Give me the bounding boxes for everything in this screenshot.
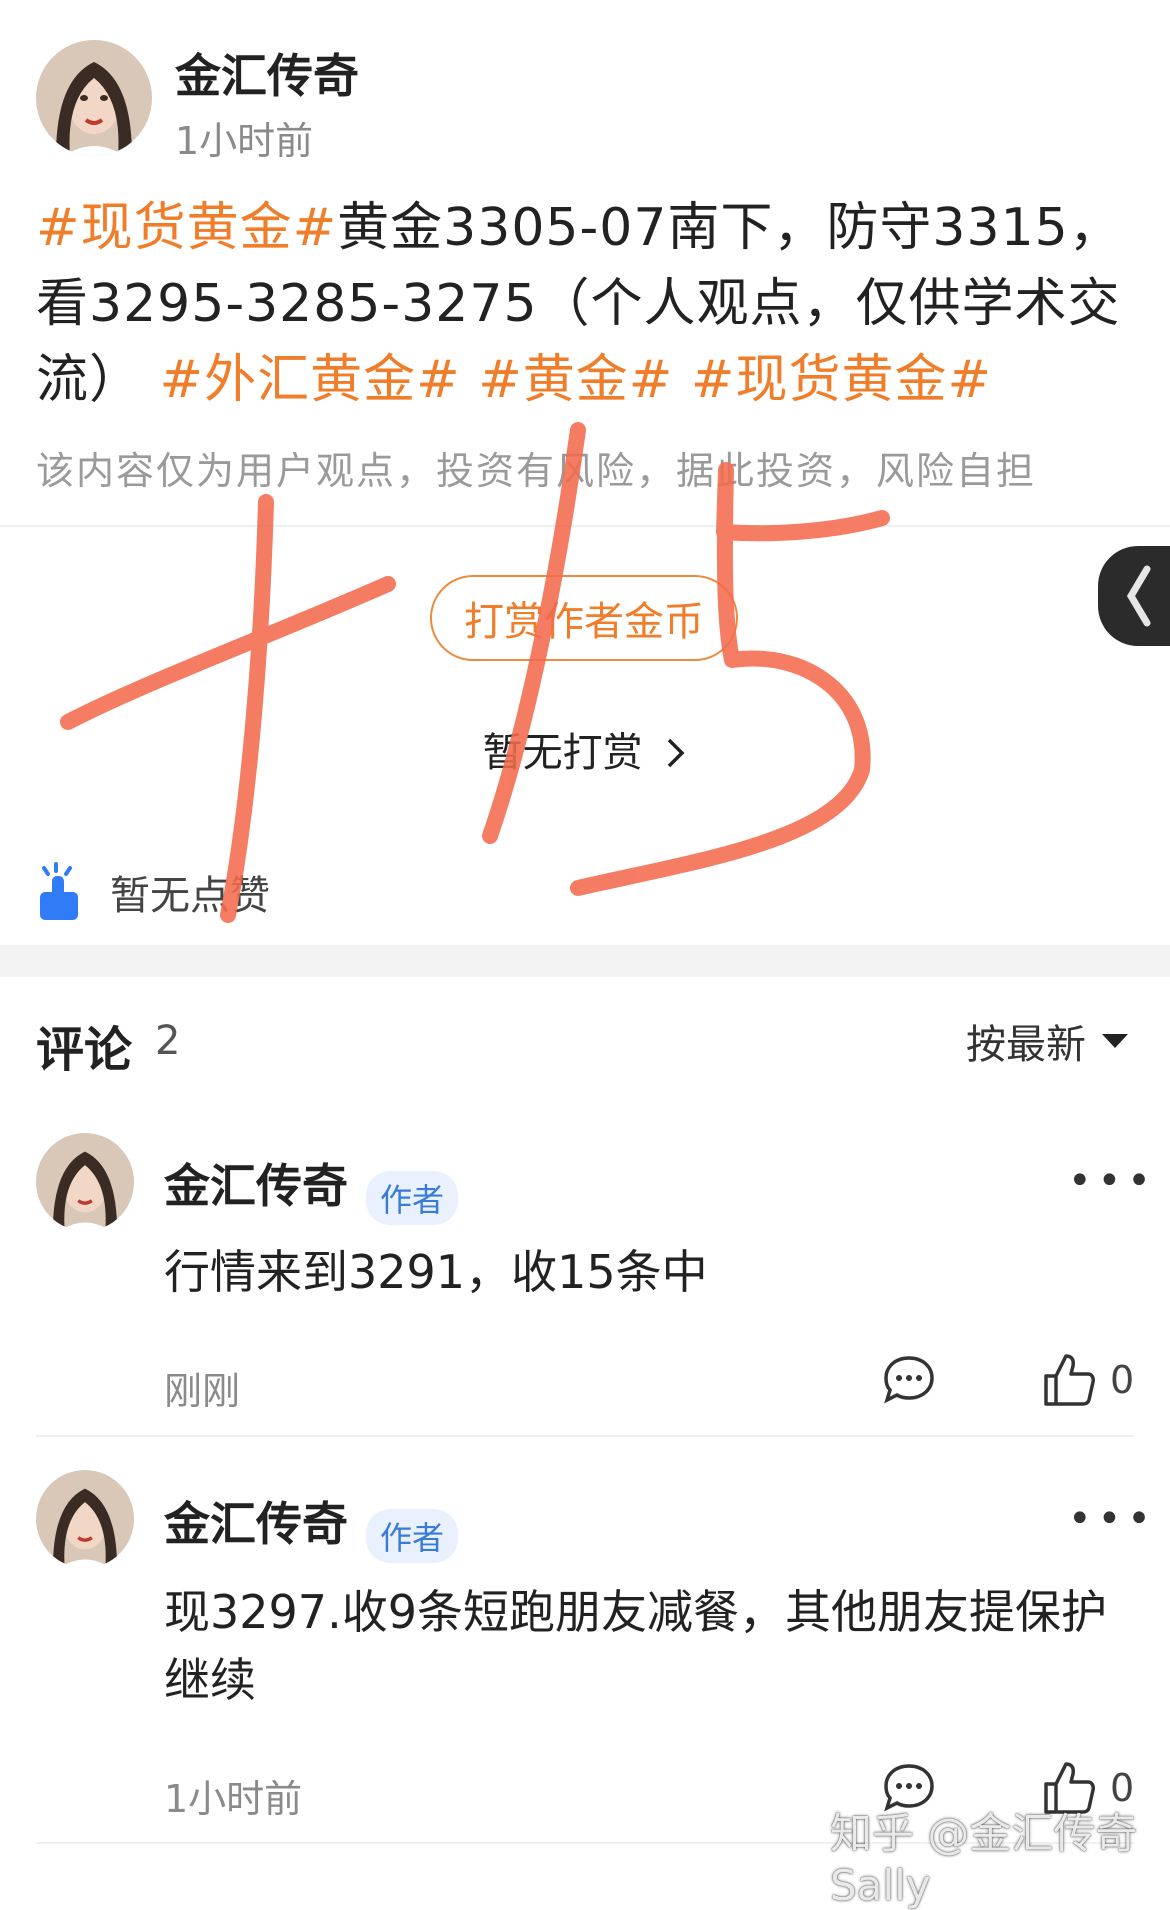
comment-more-button[interactable]: ••• <box>1068 1158 1157 1204</box>
comment-avatar[interactable] <box>36 1133 134 1231</box>
like-summary-text: 暂无点赞 <box>110 873 270 919</box>
comment-divider <box>36 1435 1134 1437</box>
comment-time: 1小时前 <box>164 1777 303 1821</box>
comment-like-count: 0 <box>1110 1358 1135 1402</box>
comment-like-button[interactable]: 0 <box>1042 1352 1134 1408</box>
comments-count: 2 <box>155 1018 181 1064</box>
comment-text: 现3297.收9条短跑朋友减餐，其他朋友提保护继续 <box>164 1585 1107 1707</box>
post-author-avatar[interactable] <box>36 40 152 156</box>
topic-tag[interactable]: #现货黄金# <box>691 350 992 410</box>
post-author-name[interactable]: 金汇传奇 <box>175 40 359 106</box>
annotation-plus-vertical <box>220 494 274 923</box>
caret-down-icon <box>1102 1034 1128 1048</box>
risk-disclaimer: 该内容仅为用户观点，投资有风险，据此投资，风险自担 <box>36 449 1037 493</box>
topic-tag[interactable]: #现货黄金# <box>36 198 337 258</box>
author-badge: 作者 <box>366 1170 459 1225</box>
comment-author-name[interactable]: 金汇传奇 <box>164 1159 348 1213</box>
comment-time: 刚刚 <box>164 1369 241 1413</box>
post-body: #现货黄金#黄金3305-07南下，防守3315，看3295-3285-3275… <box>36 190 1126 418</box>
comment-bubble-icon <box>884 1356 934 1404</box>
hand-like-icon <box>40 862 78 920</box>
comment-text: 行情来到3291，收15条中 <box>164 1245 708 1299</box>
comment-more-button[interactable]: ••• <box>1068 1496 1157 1542</box>
like-summary[interactable]: 暂无点赞 <box>36 862 270 922</box>
side-panel-handle[interactable] <box>1098 546 1170 646</box>
reply-button[interactable] <box>882 1354 936 1410</box>
divider <box>0 525 1170 527</box>
reward-author-button[interactable]: 打赏作者金币 <box>430 575 738 661</box>
author-badge: 作者 <box>366 1508 459 1563</box>
chevron-right-icon <box>668 738 685 768</box>
sort-dropdown[interactable]: 按最新 <box>966 1012 1130 1070</box>
sort-label: 按最新 <box>966 1022 1086 1068</box>
annotation-plus-horizontal <box>60 576 396 730</box>
comment-author-name[interactable]: 金汇传奇 <box>164 1497 348 1551</box>
reward-status[interactable]: 暂无打赏 <box>0 720 1170 778</box>
comment-avatar[interactable] <box>36 1470 134 1568</box>
comment-header: 金汇传奇 作者 <box>164 1150 459 1225</box>
comments-title: 评论 <box>36 1022 133 1078</box>
section-separator <box>0 945 1170 977</box>
topic-tag[interactable]: #黄金# <box>478 350 673 410</box>
source-watermark: 知乎 @金汇传奇Sally <box>830 1809 1138 1910</box>
thumbs-up-icon <box>1044 1354 1095 1406</box>
comment-header: 金汇传奇 作者 <box>164 1488 459 1563</box>
topic-tag[interactable]: #外汇黄金# <box>160 350 461 410</box>
chevron-left-icon <box>1126 565 1151 627</box>
annotation-five-stroke <box>570 462 890 896</box>
reward-status-text: 暂无打赏 <box>482 730 643 776</box>
post-time: 1小时前 <box>175 119 314 163</box>
